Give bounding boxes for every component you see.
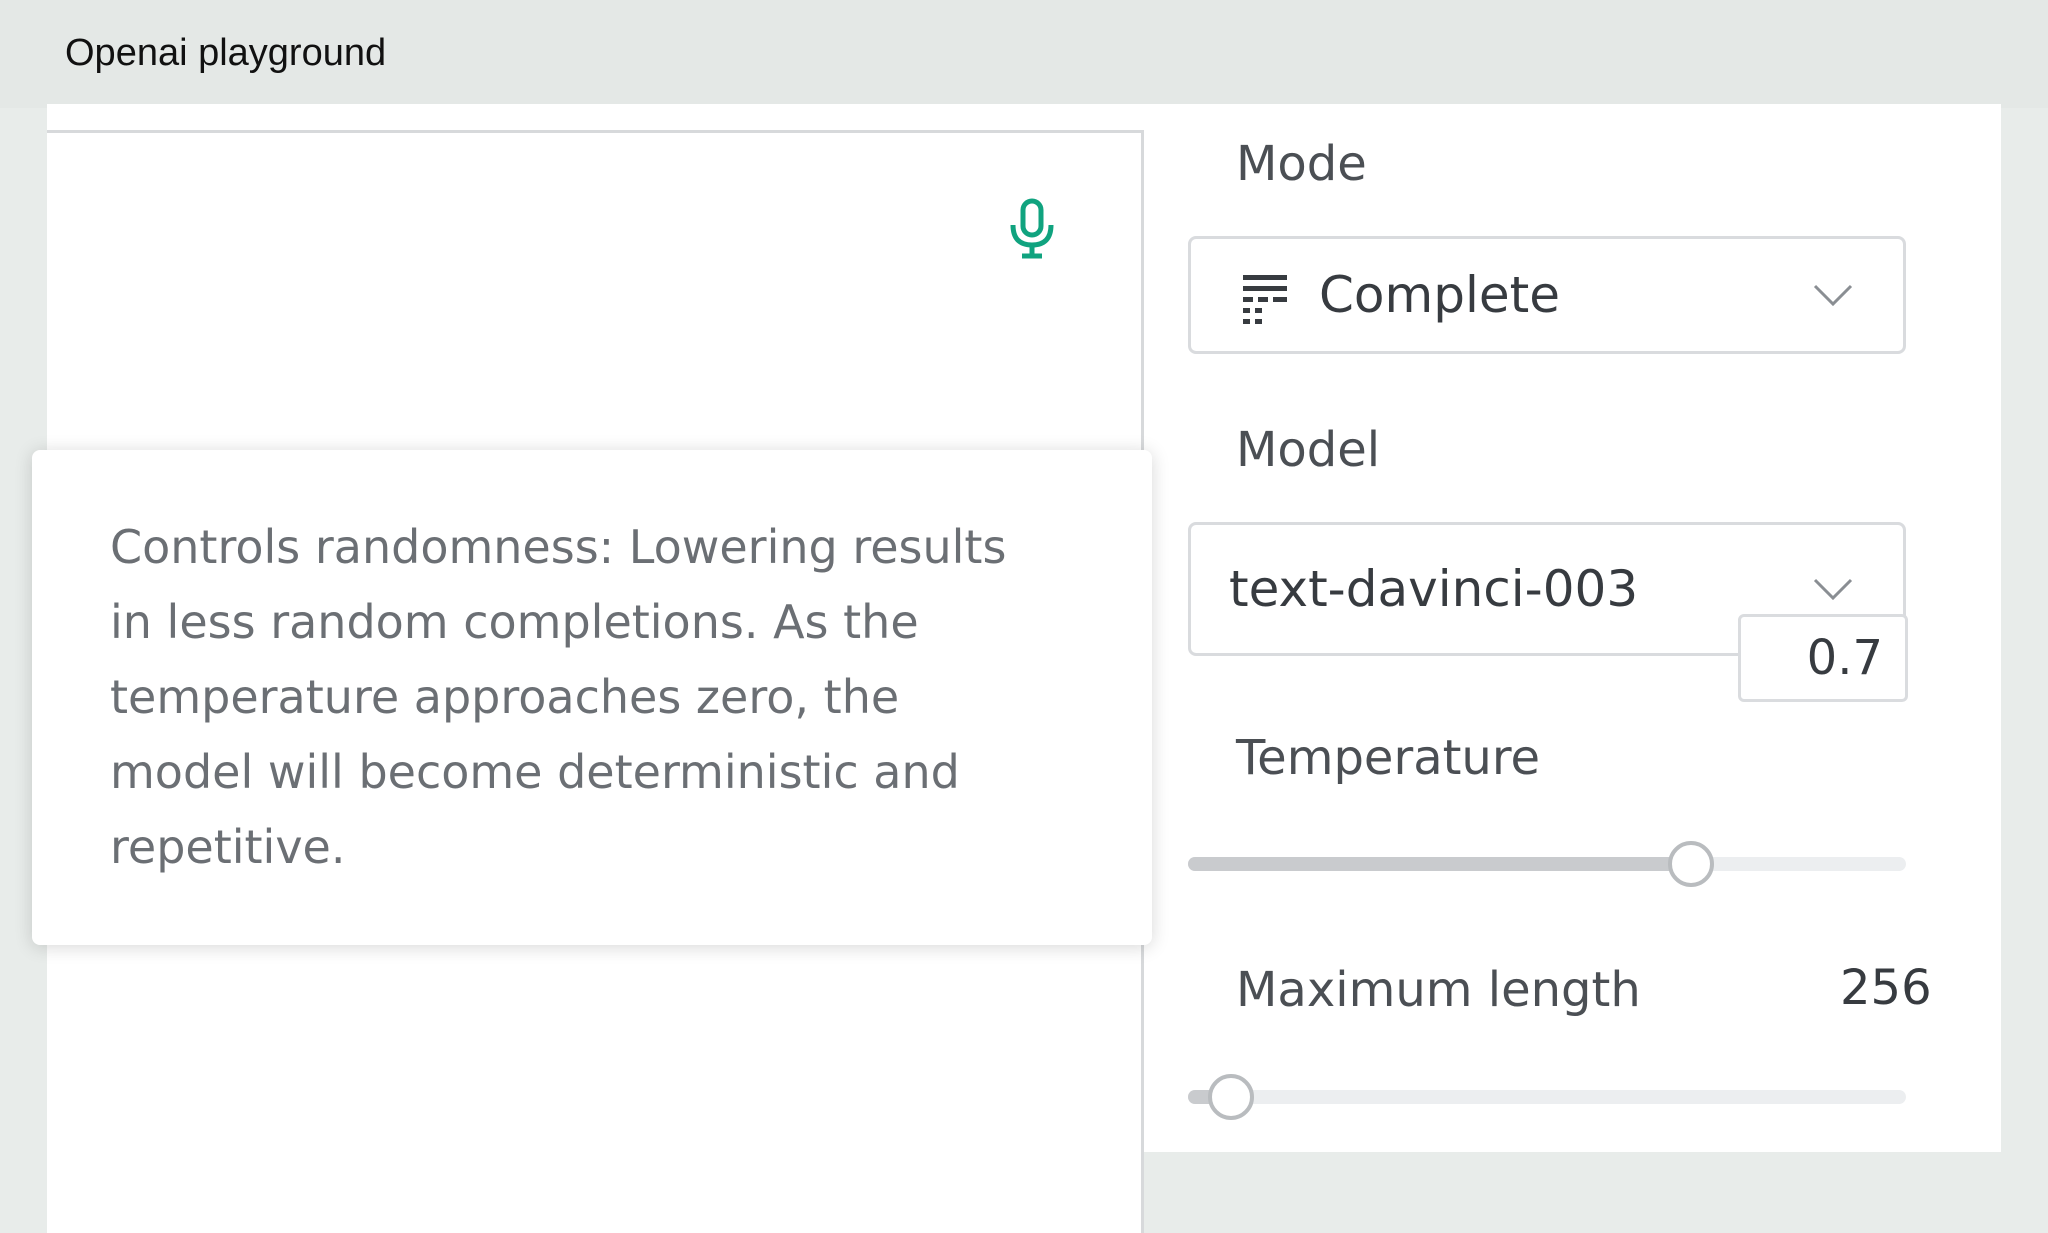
model-value: text-davinci-003 [1229, 560, 1639, 618]
max-length-value: 256 [1840, 960, 1932, 1016]
title-bar: Openai playground [0, 0, 2048, 108]
max-length-label: Maximum length [1236, 962, 1641, 1018]
mode-value: Complete [1319, 266, 1560, 324]
complete-icon [1241, 273, 1289, 329]
temperature-input[interactable]: 0.7 [1738, 614, 1908, 702]
temperature-label: Temperature [1236, 730, 1541, 786]
temperature-slider-fill [1188, 857, 1691, 871]
tooltip-text: Controls randomness: Lowering results in… [110, 520, 1007, 874]
page-title: Openai playground [65, 32, 387, 74]
chevron-down-icon [1813, 578, 1853, 601]
temperature-slider[interactable] [1188, 841, 1906, 887]
temperature-tooltip: Controls randomness: Lowering results in… [32, 450, 1152, 945]
mode-label: Mode [1236, 136, 1367, 192]
model-label: Model [1236, 422, 1381, 478]
chevron-down-icon [1813, 284, 1853, 307]
temperature-value: 0.7 [1806, 630, 1883, 686]
max-length-slider-thumb[interactable] [1208, 1074, 1254, 1120]
microphone-icon[interactable] [1007, 197, 1057, 261]
max-length-slider[interactable] [1188, 1074, 1906, 1120]
mode-select[interactable]: Complete [1188, 236, 1906, 354]
temperature-slider-thumb[interactable] [1668, 841, 1714, 887]
